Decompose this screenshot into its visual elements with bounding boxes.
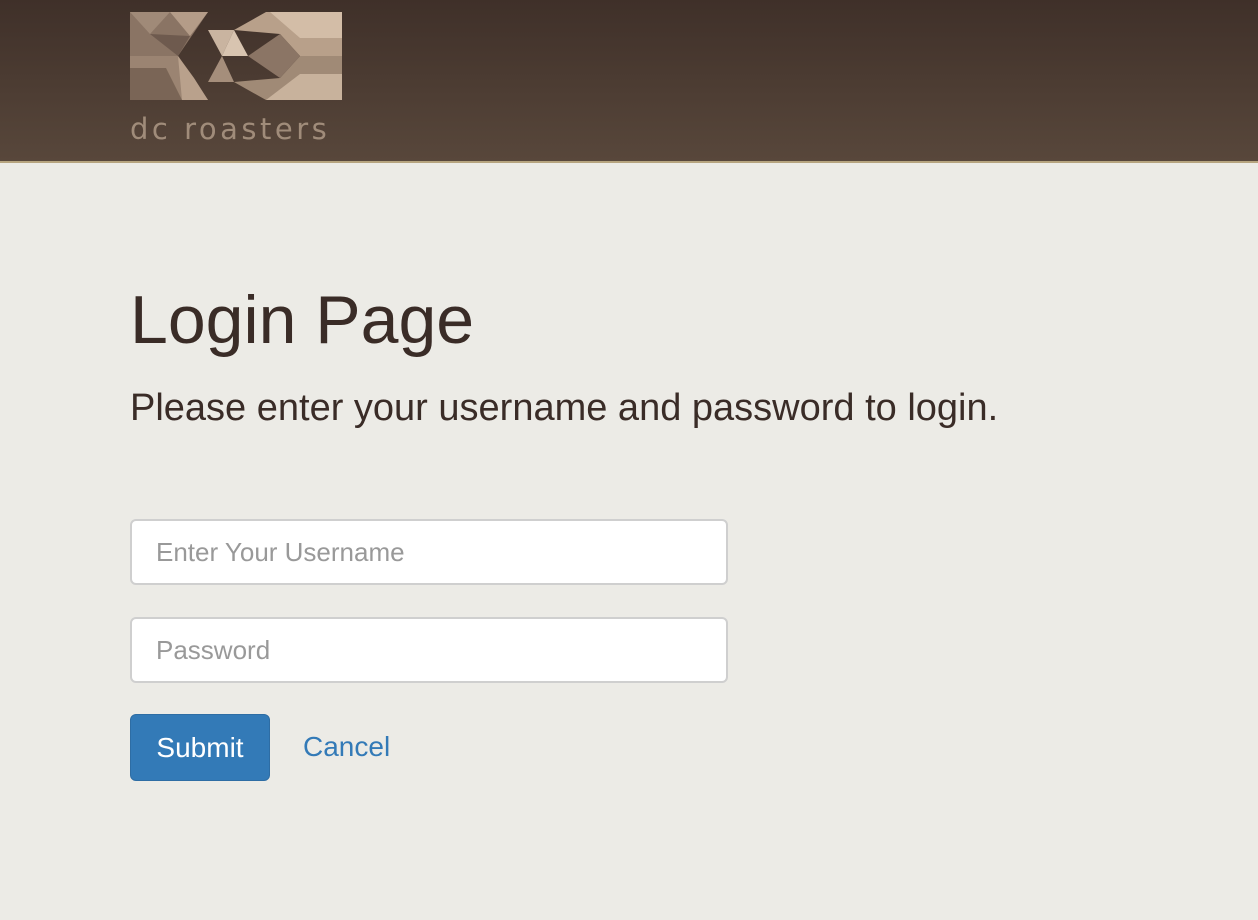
page-subtitle: Please enter your username and password …	[130, 387, 999, 429]
brand-logo-text: dc roasters	[130, 112, 331, 146]
username-input[interactable]	[130, 519, 728, 585]
password-input[interactable]	[130, 617, 728, 683]
dc-roasters-logo-mark-icon	[130, 12, 342, 100]
brand-logo-link[interactable]: dc roasters	[130, 12, 342, 152]
cancel-link[interactable]: Cancel	[303, 730, 390, 764]
page-title: Login Page	[130, 282, 475, 358]
submit-button[interactable]: Submit	[130, 714, 270, 781]
site-header: dc roasters	[0, 0, 1258, 163]
